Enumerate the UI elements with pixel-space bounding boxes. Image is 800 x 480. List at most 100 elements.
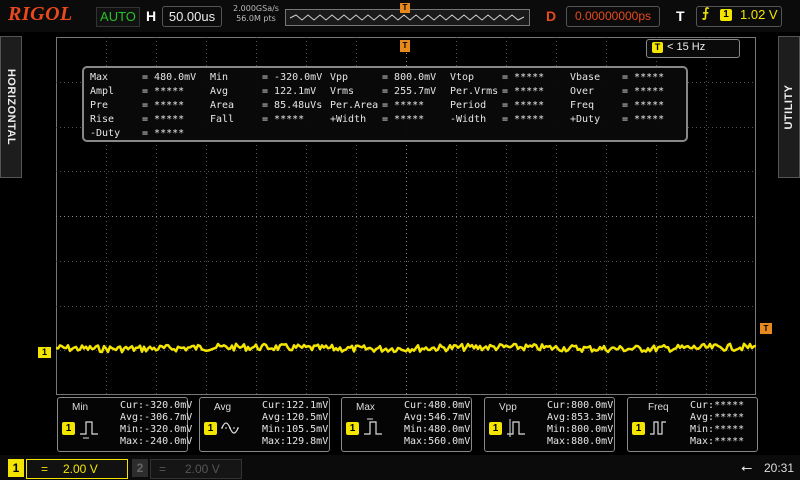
measurement-name: -Width (450, 114, 487, 125)
stat-channel-badge: 1 (204, 422, 217, 435)
trigger-level-marker[interactable]: T (760, 323, 772, 334)
trigger-label: T (676, 8, 685, 24)
stat-current: Cur:480.0mV (404, 400, 471, 411)
measurement-name: Freq (570, 100, 595, 111)
filter-text: < 15 Hz (667, 41, 706, 53)
filter-source-icon: T (652, 42, 663, 53)
rising-edge-icon: ⨍ (702, 6, 710, 21)
measurement-value: ***** (154, 100, 185, 111)
stat-box-vpp[interactable]: Vpp 1 Cur:800.0mV Avg:853.3mV Min:800.0mV Max… (484, 397, 615, 452)
stat-name: Max (356, 402, 375, 413)
measurement-name: -Duty (90, 128, 121, 139)
stat-maximum: Max:-240.0mV (120, 436, 193, 447)
measurement-item: Per.Vrms = ***** (450, 86, 545, 97)
measurement-value: 122.1mV (274, 86, 317, 97)
acquisition-info: 2.000GSa/s 56.0M pts (227, 4, 285, 24)
measurement-item: Avg = 122.1mV (210, 86, 317, 97)
measurement-item: Pre = ***** (90, 100, 185, 111)
measurement-item: +Duty = ***** (570, 114, 665, 125)
measurement-name: Fall (210, 114, 235, 125)
measurement-value: ***** (514, 100, 545, 111)
measurement-value: ***** (634, 86, 665, 97)
measurement-name: Min (210, 72, 229, 83)
ch1-coupling-icon: = (41, 462, 49, 476)
stat-box-max[interactable]: Max 1 Cur:480.0mV Avg:546.7mV Min:480.0mV Max… (341, 397, 472, 452)
stat-name: Vpp (499, 402, 517, 413)
measurement-value: 800.0mV (394, 72, 437, 83)
measurement-value: 85.48uVs (274, 100, 323, 111)
measurement-value: ***** (394, 100, 425, 111)
stat-minimum: Min:800.0mV (547, 424, 614, 435)
measurement-name: Ampl (90, 86, 115, 97)
measurement-item: Rise = ***** (90, 114, 185, 125)
measurement-name: Vpp (330, 72, 349, 83)
measurement-name: Per.Vrms (450, 86, 499, 97)
ch1-scale-box[interactable]: = 2.00 V (26, 459, 128, 479)
system-clock: 20:31 (764, 461, 795, 475)
stat-minimum: Min:480.0mV (404, 424, 471, 435)
stat-average: Avg:853.3mV (547, 412, 614, 423)
stat-current: Cur:122.1mV (262, 400, 329, 411)
measurement-type-icon (507, 419, 525, 437)
stat-channel-badge: 1 (346, 422, 359, 435)
horizontal-menu-tab[interactable]: HORIZONTAL (0, 36, 22, 178)
measurement-type-icon (80, 421, 98, 439)
measurement-item: -Width = ***** (450, 114, 545, 125)
utility-menu-tab[interactable]: UTILITY (778, 36, 800, 178)
stat-average: Avg:-306.7mV (120, 412, 193, 423)
measurement-item: Period = ***** (450, 100, 545, 111)
ch2-scale-box[interactable]: = 2.00 V (150, 459, 242, 479)
run-status-button[interactable]: AUTO (96, 7, 140, 27)
stat-minimum: Min:105.5mV (262, 424, 329, 435)
stat-channel-badge: 1 (632, 422, 645, 435)
measurement-value: ***** (514, 86, 545, 97)
measurement-value: ***** (394, 114, 425, 125)
ch1-scale: 2.00 V (63, 462, 98, 476)
measurement-name: Avg (210, 86, 229, 97)
stat-average: Avg:546.7mV (404, 412, 471, 423)
ch2-coupling-icon: = (159, 462, 167, 476)
measurement-value: ***** (634, 72, 665, 83)
stat-box-freq[interactable]: Freq 1 Cur:***** Avg:***** Min:***** Max:****… (627, 397, 758, 452)
measurement-item: Vbase = ***** (570, 72, 665, 83)
stat-minimum: Min:***** (690, 424, 745, 435)
stat-box-min[interactable]: Min 1 Cur:-320.0mV Avg:-306.7mV Min:-320.0mV… (57, 397, 192, 452)
ch1-number-badge[interactable]: 1 (8, 459, 24, 477)
measurement-name: Vtop (450, 72, 475, 83)
measurement-type-icon (364, 418, 382, 435)
timebase-value[interactable]: 50.00us (162, 6, 222, 27)
usb-icon: ⭠ (741, 460, 753, 476)
measurement-item: Min = -320.0mV (210, 72, 323, 83)
measurement-value: ***** (154, 128, 185, 139)
ch1-ground-marker[interactable]: 1 (38, 347, 51, 358)
measurement-item: +Width = ***** (330, 114, 425, 125)
measurement-name: Rise (90, 114, 115, 125)
stat-current: Cur:-320.0mV (120, 400, 193, 411)
delay-label: D (546, 8, 557, 24)
stat-average: Avg:120.5mV (262, 412, 329, 423)
measurement-name: Per.Area (330, 100, 379, 111)
trigger-position-marker[interactable]: T (400, 3, 410, 13)
stat-maximum: Max:***** (690, 436, 745, 447)
trigger-time-marker[interactable]: T (400, 40, 410, 52)
stat-channel-badge: 1 (489, 422, 502, 435)
measurement-item: Per.Area = ***** (330, 100, 425, 111)
measurement-name: +Width (330, 114, 367, 125)
ch2-scale: 2.00 V (185, 462, 220, 476)
stat-name: Freq (648, 402, 669, 413)
stat-current: Cur:800.0mV (547, 400, 614, 411)
measurement-name: Over (570, 86, 595, 97)
horizontal-label: H (146, 8, 157, 24)
measurement-item: Max = 480.0mV (90, 72, 197, 83)
trigger-position-value[interactable]: 0.00000000ps (566, 6, 660, 27)
measurement-name: +Duty (570, 114, 601, 125)
measurement-item: Vrms = 255.7mV (330, 86, 437, 97)
measurement-item: Freq = ***** (570, 100, 665, 111)
measurement-name: Area (210, 100, 235, 111)
measurement-item: Vtop = ***** (450, 72, 545, 83)
ch2-number-badge[interactable]: 2 (132, 459, 148, 477)
stat-box-avg[interactable]: Avg 1 Cur:122.1mV Avg:120.5mV Min:105.5mV Max… (199, 397, 330, 452)
trigger-level-value[interactable]: 1.02 V (740, 7, 778, 22)
measurement-name: Vrms (330, 86, 355, 97)
measurement-item: Fall = ***** (210, 114, 305, 125)
